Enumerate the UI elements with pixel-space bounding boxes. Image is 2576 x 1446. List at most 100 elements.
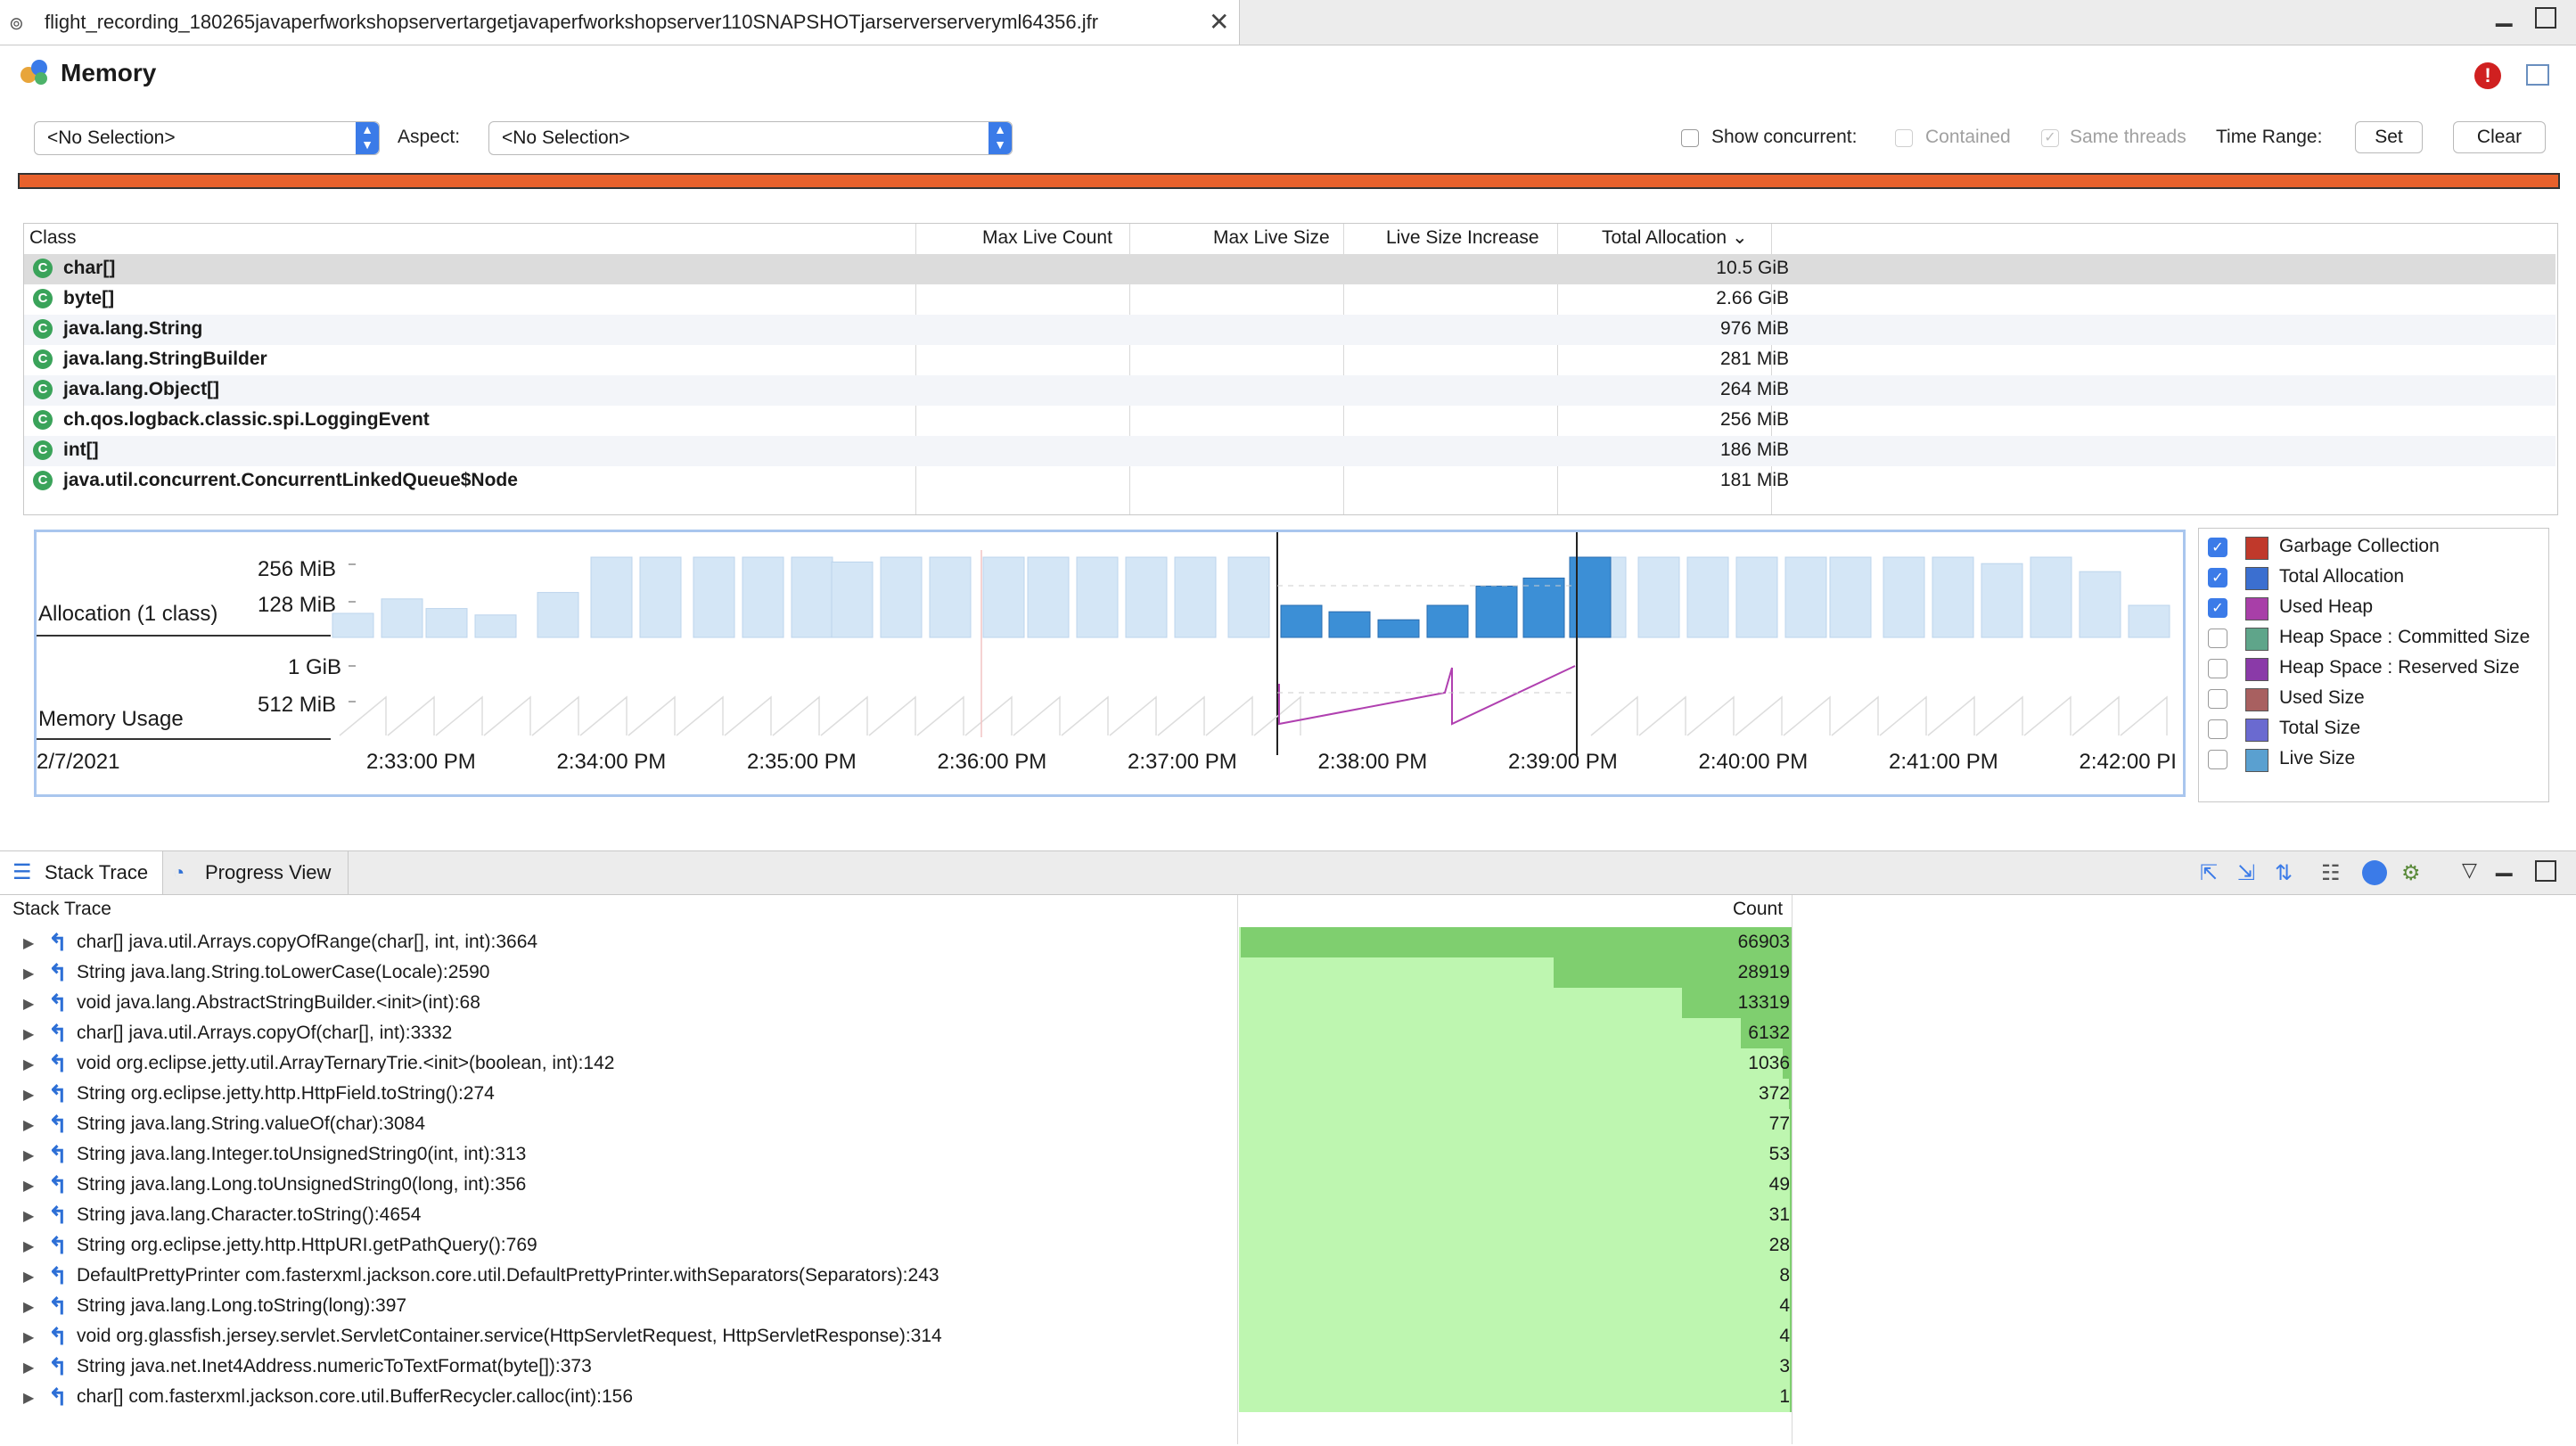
stack-trace-row[interactable]: ▶ ↰ void org.eclipse.jetty.util.ArrayTerna… (0, 1048, 2576, 1079)
expand-arrow-icon[interactable]: ▶ (23, 995, 34, 1013)
view-menu-icon[interactable]: ▽ (2462, 859, 2477, 882)
method-return-icon: ↰ (48, 929, 68, 956)
aspect-value: <No Selection> (502, 127, 630, 148)
column-header-stack-trace[interactable]: Stack Trace (12, 899, 111, 920)
aspect-label: Aspect: (398, 127, 461, 147)
group-from-bottom-icon[interactable]: ⇲ (2237, 860, 2255, 886)
allocation-chart[interactable]: Allocation (1 class) Memory Usage 2/7/20… (34, 530, 2186, 797)
legend-checkbox[interactable] (2208, 629, 2227, 648)
stack-trace-row[interactable]: ▶ ↰ String java.lang.Integer.toUnsignedStr… (0, 1139, 2576, 1170)
tree-view-icon[interactable]: ☷ (2321, 860, 2341, 886)
minimize-icon[interactable]: ▁ (2496, 851, 2512, 877)
legend-checkbox[interactable] (2208, 689, 2227, 709)
legend-label: Total Size (2279, 718, 2361, 738)
column-header-total-allocation[interactable]: Total Allocation ⌄ (1602, 224, 1748, 252)
legend-checkbox[interactable]: ✓ (2208, 568, 2227, 587)
class-table-row[interactable]: Cjava.lang.Object[] 264 MiB (24, 375, 2555, 406)
expand-arrow-icon[interactable]: ▶ (23, 1359, 34, 1376)
stack-trace-row[interactable]: ▶ ↰ String java.lang.String.toLowerCase(Lo… (0, 957, 2576, 988)
settings-icon[interactable]: ⚙ (2401, 860, 2421, 886)
stack-trace-row[interactable]: ▶ ↰ void java.lang.AbstractStringBuilder.<… (0, 988, 2576, 1018)
allocation-bar-selected (1280, 604, 1323, 638)
expand-arrow-icon[interactable]: ▶ (23, 1116, 34, 1134)
time-tick-label: 2:33:00 PM (366, 750, 476, 774)
aspect-dropdown[interactable]: <No Selection> ▲ ▼ (488, 121, 1013, 155)
count-bar (1790, 1230, 1792, 1261)
show-concurrent-checkbox[interactable] (1681, 129, 1699, 147)
count-value: 28 (1768, 1235, 1790, 1255)
class-table-row[interactable]: Cbyte[] 2.66 GiB (24, 284, 2555, 315)
legend-checkbox[interactable]: ✓ (2208, 598, 2227, 618)
legend-label: Heap Space : Reserved Size (2279, 657, 2520, 678)
stack-trace-row[interactable]: ▶ ↰ DefaultPrettyPrinter com.fasterxml.jac… (0, 1261, 2576, 1291)
same-threads-checkbox[interactable]: ✓ (2041, 129, 2059, 147)
legend-swatch (2245, 749, 2268, 772)
group-from-top-icon[interactable]: ⇱ (2200, 860, 2218, 886)
stack-trace-row[interactable]: ▶ ↰ String org.eclipse.jetty.http.HttpFiel… (0, 1079, 2576, 1109)
stack-frame-label: void org.glassfish.jersey.servlet.Servle… (77, 1326, 942, 1346)
table-view-icon[interactable] (2526, 64, 2549, 86)
distinguish-icon[interactable] (2362, 860, 2387, 885)
selection-dropdown[interactable]: <No Selection> ▲ ▼ (34, 121, 380, 155)
minimize-icon[interactable]: ▁ (2496, 2, 2512, 28)
allocation-bar-selected (1377, 619, 1420, 638)
expand-arrow-icon[interactable]: ▶ (23, 1056, 34, 1073)
stack-trace-row[interactable]: ▶ ↰ String java.lang.Character.toString():… (0, 1200, 2576, 1230)
clear-button[interactable]: Clear (2453, 121, 2546, 153)
stack-trace-row[interactable]: ▶ ↰ char[] java.util.Arrays.copyOf(char[],… (0, 1018, 2576, 1048)
class-table-row[interactable]: Cint[] 186 MiB (24, 436, 2555, 466)
set-button[interactable]: Set (2355, 121, 2423, 153)
expand-arrow-icon[interactable]: ▶ (23, 965, 34, 982)
bottom-tab-bar: ☰ Stack Trace ◔ Progress View ⇱ ⇲ ⇅ ☷ ⚙ … (0, 850, 2576, 895)
column-header-max-live-size[interactable]: Max Live Size (1213, 224, 1330, 252)
expand-arrow-icon[interactable]: ▶ (23, 1237, 34, 1255)
class-name: java.util.concurrent.ConcurrentLinkedQue… (63, 470, 518, 490)
expand-arrow-icon[interactable]: ▶ (23, 1177, 34, 1195)
tab-progress-view[interactable]: ◔ Progress View (164, 851, 349, 894)
stack-trace-row[interactable]: ▶ ↰ String org.eclipse.jetty.http.HttpURI.… (0, 1230, 2576, 1261)
stack-trace-row[interactable]: ▶ ↰ String java.lang.String.valueOf(char):… (0, 1109, 2576, 1139)
column-header-max-live-count[interactable]: Max Live Count (982, 224, 1112, 252)
stack-trace-row[interactable]: ▶ ↰ String java.lang.Long.toUnsignedString… (0, 1170, 2576, 1200)
class-table-row[interactable]: Cch.qos.logback.classic.spi.LoggingEvent… (24, 406, 2555, 436)
total-allocation-value: 181 MiB (1719, 470, 1789, 490)
count-bar (1790, 1291, 1792, 1321)
maximize-icon[interactable] (2535, 7, 2556, 29)
stack-trace-row[interactable]: ▶ ↰ char[] java.util.Arrays.copyOfRange(ch… (0, 927, 2576, 957)
class-table-row[interactable]: Cjava.lang.String 976 MiB (24, 315, 2555, 345)
legend-checkbox[interactable]: ✓ (2208, 538, 2227, 557)
class-table-row[interactable]: Cjava.lang.StringBuilder 281 MiB (24, 345, 2555, 375)
expand-arrow-icon[interactable]: ▶ (23, 1389, 34, 1407)
expand-arrow-icon[interactable]: ▶ (23, 1086, 34, 1104)
class-table-row[interactable]: Cjava.util.concurrent.ConcurrentLinkedQu… (24, 466, 2555, 497)
allocation-bar (1735, 556, 1778, 638)
stack-trace-row[interactable]: ▶ ↰ String java.net.Inet4Address.numericTo… (0, 1352, 2576, 1382)
close-tab-icon[interactable]: ✕ (1209, 7, 1229, 37)
class-table-row[interactable]: Cchar[] 10.5 GiB (24, 254, 2555, 284)
maximize-icon[interactable] (2535, 860, 2556, 882)
column-header-live-size-increase[interactable]: Live Size Increase (1386, 224, 1539, 252)
expand-arrow-icon[interactable]: ▶ (23, 934, 34, 952)
error-icon[interactable]: ! (2474, 62, 2501, 89)
time-range-bar[interactable] (18, 173, 2560, 189)
expand-arrow-icon[interactable]: ▶ (23, 1207, 34, 1225)
tab-stack-trace[interactable]: ☰ Stack Trace (0, 851, 163, 894)
column-header-count[interactable]: Count (1733, 899, 1783, 920)
legend-checkbox[interactable] (2208, 659, 2227, 678)
expand-arrow-icon[interactable]: ▶ (23, 1298, 34, 1316)
stack-trace-row[interactable]: ▶ ↰ void org.glassfish.jersey.servlet.Serv… (0, 1321, 2576, 1352)
editor-tab[interactable]: ⊚ flight_recording_180265javaperfworksho… (0, 0, 1240, 45)
expand-arrow-icon[interactable]: ▶ (23, 1025, 34, 1043)
class-icon: C (33, 440, 53, 460)
contained-checkbox[interactable] (1895, 129, 1913, 147)
stack-trace-row[interactable]: ▶ ↰ char[] com.fasterxml.jackson.core.util… (0, 1382, 2576, 1412)
group-toggle-icon[interactable]: ⇅ (2275, 860, 2293, 886)
expand-arrow-icon[interactable]: ▶ (23, 1268, 34, 1286)
column-header-class[interactable]: Class (29, 224, 77, 252)
stack-frame-label: String org.eclipse.jetty.http.HttpURI.ge… (77, 1235, 537, 1255)
expand-arrow-icon[interactable]: ▶ (23, 1328, 34, 1346)
legend-checkbox[interactable] (2208, 719, 2227, 739)
stack-trace-row[interactable]: ▶ ↰ String java.lang.Long.toString(long):3… (0, 1291, 2576, 1321)
expand-arrow-icon[interactable]: ▶ (23, 1146, 34, 1164)
legend-checkbox[interactable] (2208, 750, 2227, 769)
